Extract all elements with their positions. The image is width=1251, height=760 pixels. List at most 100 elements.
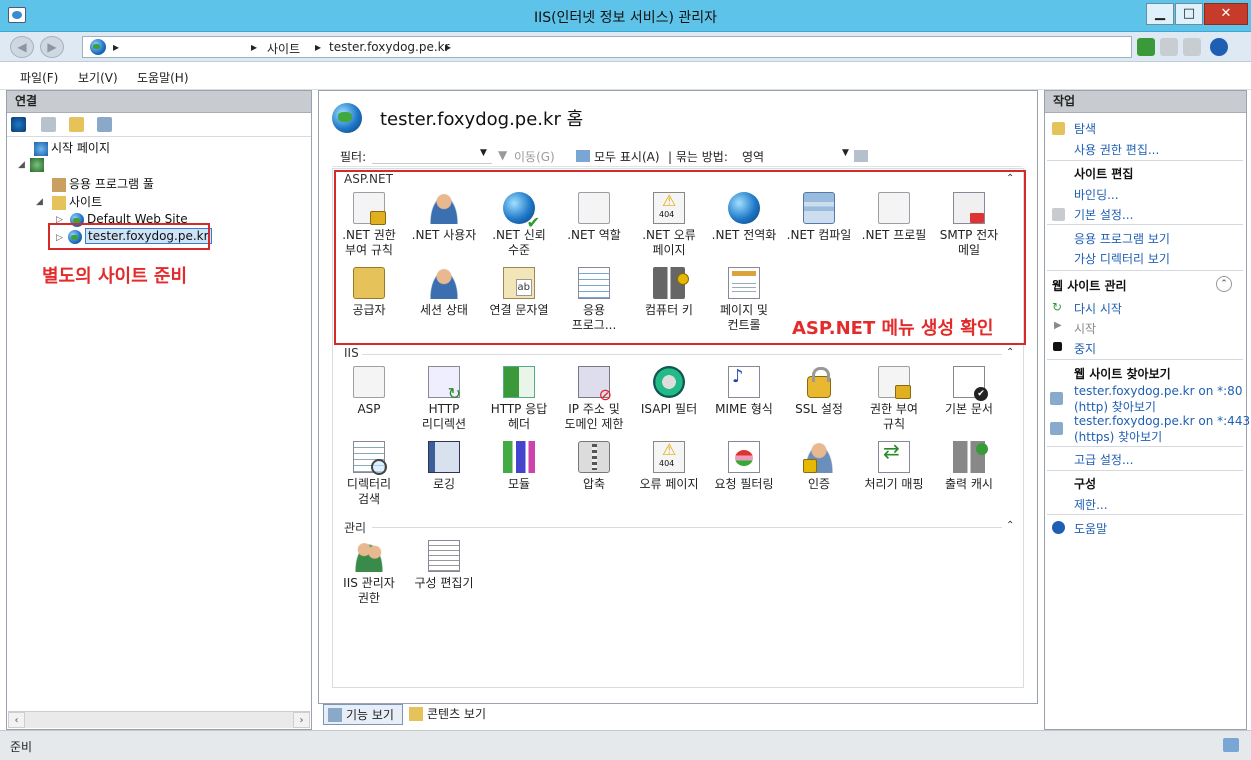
- menu-help[interactable]: 도움말(H): [137, 69, 189, 86]
- section-iis[interactable]: IIS: [344, 346, 359, 360]
- collapse-mgmt-icon[interactable]: ⌃: [1006, 520, 1014, 531]
- menu-file[interactable]: 파일(F): [20, 69, 58, 86]
- feature-mime-types[interactable]: MIME 형식: [707, 366, 781, 417]
- go-button[interactable]: 이동(G): [514, 148, 555, 165]
- feature-default-document[interactable]: 기본 문서: [932, 366, 1006, 417]
- disconnect-icon[interactable]: [97, 117, 112, 132]
- feature-request-filtering[interactable]: 요청 필터링: [707, 441, 781, 492]
- feature-output-caching[interactable]: 출력 캐시: [932, 441, 1006, 492]
- action-basic-settings[interactable]: 기본 설정...: [1074, 206, 1133, 223]
- feature-ssl-settings[interactable]: SSL 설정: [782, 366, 856, 417]
- group-by-dropdown-icon[interactable]: ▼: [842, 148, 849, 158]
- action-stop[interactable]: 중지: [1074, 340, 1096, 357]
- action-restart[interactable]: 다시 시작: [1074, 300, 1122, 317]
- feature-logging[interactable]: 로깅: [407, 441, 481, 492]
- maximize-button[interactable]: □: [1175, 3, 1203, 25]
- show-all-button[interactable]: 모두 표시(A): [594, 148, 660, 165]
- feature-http-headers[interactable]: HTTP 응답 헤더: [482, 366, 556, 432]
- tree-start-page[interactable]: 시작 페이지: [34, 139, 110, 156]
- home-icon[interactable]: [1183, 38, 1201, 56]
- action-divider: [1047, 160, 1243, 161]
- view-mode-icon[interactable]: [854, 150, 868, 162]
- refresh-icon[interactable]: [1137, 38, 1155, 56]
- feature-http-redirect[interactable]: HTTP리디렉션: [407, 366, 481, 432]
- feature-modules[interactable]: 모듈: [482, 441, 556, 492]
- feature-authorization-rules[interactable]: 권한 부여 규칙: [857, 366, 931, 432]
- action-explore[interactable]: 탐색: [1074, 120, 1096, 137]
- feature-ip-restrictions[interactable]: IP 주소 및도메인 제한: [557, 366, 631, 432]
- filter-input[interactable]: [372, 148, 492, 164]
- feature-error-pages[interactable]: 오류 페이지: [632, 441, 706, 492]
- close-button[interactable]: ✕: [1204, 3, 1248, 25]
- breadcrumb-host[interactable]: tester.foxydog.pe.kr: [329, 40, 450, 54]
- group-by-select[interactable]: 영역: [742, 148, 764, 165]
- action-divider: [1047, 470, 1243, 471]
- stop-icon[interactable]: [1160, 38, 1178, 56]
- action-advanced-settings[interactable]: 고급 설정...: [1074, 451, 1133, 468]
- address-bar: ◀ ▶ ▸ ▸ 사이트 ▸ tester.foxydog.pe.kr ▸: [0, 32, 1251, 62]
- section-management[interactable]: 관리: [344, 519, 366, 536]
- funnel-icon: ▼: [498, 148, 508, 162]
- tree-app-pools[interactable]: 응용 프로그램 풀: [52, 175, 154, 192]
- status-text: 준비: [10, 740, 33, 754]
- collapse-arrow-icon[interactable]: ◢: [18, 160, 25, 170]
- feature-authentication[interactable]: 인증: [782, 441, 856, 492]
- action-help[interactable]: 도움말: [1074, 520, 1107, 537]
- save-icon[interactable]: [41, 117, 56, 132]
- breadcrumb[interactable]: ▸ ▸ 사이트 ▸ tester.foxydog.pe.kr ▸: [82, 36, 1132, 58]
- back-button[interactable]: ◀: [10, 36, 34, 58]
- feature-label: 오류 페이지: [639, 477, 699, 491]
- horizontal-scrollbar[interactable]: ‹ ›: [8, 711, 310, 728]
- actions-header: 작업: [1045, 91, 1246, 113]
- feature-directory-browsing[interactable]: 디렉터리 검색: [332, 441, 406, 507]
- breadcrumb-sep[interactable]: ▸: [113, 40, 119, 54]
- collapse-arrow-icon[interactable]: ◢: [36, 197, 43, 207]
- minimize-button[interactable]: ▁: [1146, 3, 1174, 25]
- breadcrumb-sites[interactable]: 사이트: [267, 40, 300, 57]
- action-edit-permissions[interactable]: 사용 권한 편집...: [1074, 141, 1159, 158]
- tree-sites[interactable]: 사이트: [52, 193, 102, 210]
- collapse-section-icon[interactable]: ⌃: [1216, 276, 1232, 292]
- feature-compression[interactable]: 압축: [557, 441, 631, 492]
- menu-view[interactable]: 보기(V): [78, 69, 118, 86]
- action-limits[interactable]: 제한...: [1074, 496, 1108, 513]
- feature-label: 디렉터리: [346, 477, 392, 491]
- action-browse-80[interactable]: tester.foxydog.pe.kr on *:80: [1074, 384, 1242, 398]
- filter-dropdown-icon[interactable]: ▼: [480, 148, 487, 158]
- feature-handler-mappings[interactable]: 처리기 매핑: [857, 441, 931, 492]
- action-view-virtual-dirs[interactable]: 가상 디렉터리 보기: [1074, 250, 1170, 267]
- action-browse-80-b[interactable]: (http) 찾아보기: [1074, 398, 1156, 415]
- scroll-right-arrow[interactable]: ›: [293, 712, 310, 728]
- feature-iis-manager-permissions[interactable]: IIS 관리자 권한: [332, 540, 406, 606]
- collapse-iis-icon[interactable]: ⌃: [1006, 347, 1014, 358]
- action-divider: [1047, 446, 1243, 447]
- tab-content-view[interactable]: 콘텐츠 보기: [405, 704, 499, 725]
- help-icon[interactable]: [1210, 38, 1228, 56]
- forward-button[interactable]: ▶: [40, 36, 64, 58]
- isapi-filters-icon: [653, 366, 685, 398]
- up-folder-icon[interactable]: [69, 117, 84, 132]
- feature-label: 기본 문서: [945, 402, 993, 416]
- breadcrumb-sep[interactable]: ▸: [251, 40, 257, 54]
- action-browse-443[interactable]: tester.foxydog.pe.kr on *:443: [1074, 414, 1250, 428]
- action-browse-443-b[interactable]: (https) 찾아보기: [1074, 428, 1162, 445]
- feature-configuration-editor[interactable]: 구성 편집기: [407, 540, 481, 591]
- action-bindings[interactable]: 바인딩...: [1074, 186, 1119, 203]
- iis-manager-permissions-icon: [353, 540, 385, 572]
- browse-icon: [1050, 392, 1063, 405]
- tab-features-view[interactable]: 기능 보기: [323, 704, 403, 725]
- feature-isapi-filters[interactable]: ISAPI 필터: [632, 366, 706, 417]
- action-divider: [1047, 224, 1243, 225]
- feature-asp[interactable]: ASP: [332, 366, 406, 417]
- tree-server[interactable]: [30, 157, 47, 172]
- configuration-editor-icon: [428, 540, 460, 572]
- annotation-site-prepare: 별도의 사이트 준비: [42, 266, 188, 287]
- action-view-applications[interactable]: 응용 프로그램 보기: [1074, 230, 1170, 247]
- breadcrumb-sep[interactable]: ▸: [315, 40, 321, 54]
- connect-icon[interactable]: [11, 117, 26, 132]
- ssl-lock-icon: [807, 367, 831, 398]
- action-start[interactable]: 시작: [1074, 320, 1096, 337]
- feature-label: 처리기 매핑: [864, 477, 924, 491]
- breadcrumb-sep[interactable]: ▸: [445, 40, 451, 54]
- scroll-left-arrow[interactable]: ‹: [8, 712, 25, 728]
